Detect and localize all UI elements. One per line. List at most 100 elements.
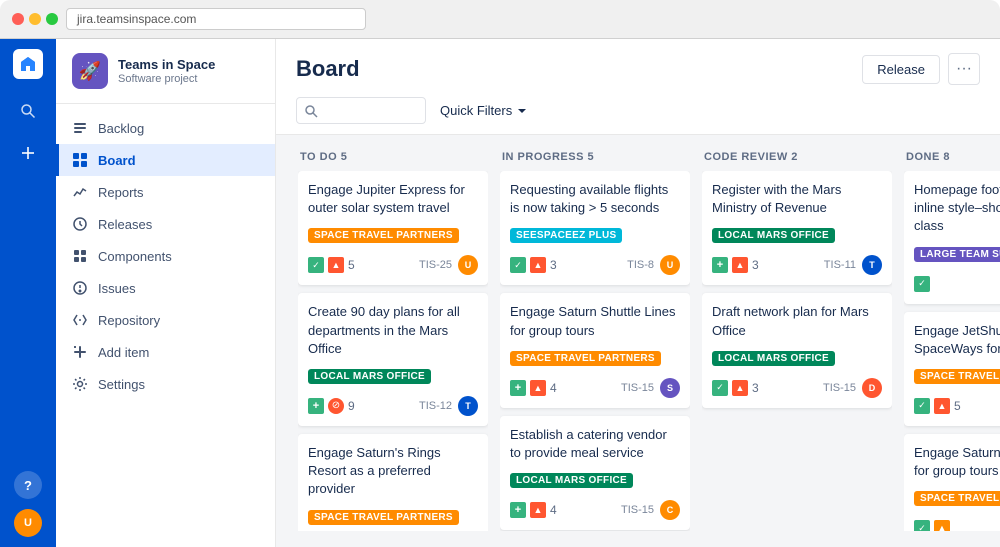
- card-meta: ✓ ▲ 3: [712, 380, 759, 396]
- card-tag: SPACE TRAVEL PARTNERS: [914, 491, 1000, 506]
- cards-codereview: Register with the Mars Ministry of Reven…: [702, 171, 892, 531]
- card-tag: SPACE TRAVEL PARTNERS: [308, 510, 459, 525]
- close-button[interactable]: [12, 13, 24, 25]
- plus-icon: +: [308, 398, 324, 414]
- board-title-row: Board Release ···: [296, 53, 980, 85]
- board-actions: Release ···: [862, 53, 980, 85]
- card-todo-1[interactable]: Engage Jupiter Express for outer solar s…: [298, 171, 488, 285]
- priority-icon: ▲: [328, 257, 344, 273]
- card-done-3[interactable]: Engage Saturn Shuttle Lines for group to…: [904, 434, 1000, 531]
- release-button[interactable]: Release: [862, 55, 940, 84]
- card-meta: + ▲ 3: [712, 257, 759, 273]
- card-tag: SPACE TRAVEL PARTNERS: [914, 369, 1000, 384]
- traffic-lights: [12, 13, 58, 25]
- card-footer: + ▲ 4 TIS-15 C: [510, 500, 680, 520]
- sidebar: 🚀 Teams in Space Software project Backlo…: [56, 39, 276, 547]
- user-avatar[interactable]: U: [14, 509, 42, 537]
- sidebar-item-backlog[interactable]: Backlog: [56, 112, 275, 144]
- maximize-button[interactable]: [46, 13, 58, 25]
- card-footer: + ▲ 4 TIS-15 S: [510, 378, 680, 398]
- more-options-button[interactable]: ···: [948, 53, 980, 85]
- card-avatar: T: [862, 255, 882, 275]
- card-tag: LOCAL MARS OFFICE: [712, 228, 835, 243]
- project-type: Software project: [118, 73, 215, 85]
- project-header: 🚀 Teams in Space Software project: [56, 39, 275, 104]
- column-todo-header: TO DO 5: [298, 151, 488, 163]
- card-meta: + ⊘ 9: [308, 398, 355, 414]
- check-icon: ✓: [510, 257, 526, 273]
- column-codereview-header: CODE REVIEW 2: [702, 151, 892, 163]
- create-nav-icon[interactable]: [10, 135, 46, 171]
- card-meta: ✓ ▲ 5: [914, 398, 961, 414]
- card-footer: + ⊘ 9 TIS-12 T: [308, 396, 478, 416]
- sidebar-item-settings[interactable]: Settings: [56, 368, 275, 400]
- board-columns: TO DO 5 Engage Jupiter Express for outer…: [276, 135, 1000, 547]
- card-footer: ✓ ▲ TIS-15 S: [914, 518, 1000, 531]
- card-done-2[interactable]: Engage JetShuttle SpaceWays for travel S…: [904, 312, 1000, 426]
- priority-icon: ▲: [732, 380, 748, 396]
- search-nav-icon[interactable]: [10, 93, 46, 129]
- card-ip-3[interactable]: Establish a catering vendor to provide m…: [500, 416, 690, 530]
- card-footer: ✓ ▲ 5 TIS-25 U: [308, 255, 478, 275]
- card-meta: ✓ ▲ 3: [510, 257, 557, 273]
- sidebar-item-reports[interactable]: Reports: [56, 176, 275, 208]
- card-todo-3[interactable]: Engage Saturn's Rings Resort as a prefer…: [298, 434, 488, 531]
- cards-inprogress: Requesting available flights is now taki…: [500, 171, 690, 531]
- priority-icon: ▲: [530, 257, 546, 273]
- card-ip-1[interactable]: Requesting available flights is now taki…: [500, 171, 690, 285]
- card-meta: ✓ ▲: [914, 520, 950, 531]
- card-meta: + ▲ 4: [510, 380, 557, 396]
- sidebar-item-add-item[interactable]: Add item: [56, 336, 275, 368]
- quick-filters-button[interactable]: Quick Filters: [436, 98, 532, 123]
- card-tag: SEESPACEEZ PLUS: [510, 228, 622, 243]
- card-avatar: T: [458, 396, 478, 416]
- card-footer: ✓ TIS-68 H: [914, 274, 1000, 294]
- sidebar-item-issues[interactable]: Issues: [56, 272, 275, 304]
- check-icon: ✓: [914, 276, 930, 292]
- check-icon: ✓: [308, 257, 324, 273]
- card-footer: + ▲ 3 TIS-11 T: [712, 255, 882, 275]
- card-todo-2[interactable]: Create 90 day plans for all departments …: [298, 293, 488, 426]
- priority-icon: ▲: [530, 380, 546, 396]
- app-logo[interactable]: [13, 49, 43, 79]
- check-icon: ✓: [914, 398, 930, 414]
- check-icon: ✓: [914, 520, 930, 531]
- card-done-1[interactable]: Homepage footer uses an inline style–sho…: [904, 171, 1000, 304]
- card-avatar: U: [660, 255, 680, 275]
- app: ? U 🚀 Teams in Space Software project Ba…: [0, 39, 1000, 547]
- board-header: Board Release ··· Quick Filters: [276, 39, 1000, 135]
- card-cr-2[interactable]: Draft network plan for Mars Office LOCAL…: [702, 293, 892, 407]
- column-done-header: DONE 8: [904, 151, 1000, 163]
- minimize-button[interactable]: [29, 13, 41, 25]
- cards-done: Homepage footer uses an inline style–sho…: [904, 171, 1000, 531]
- card-cr-1[interactable]: Register with the Mars Ministry of Reven…: [702, 171, 892, 285]
- sidebar-item-releases[interactable]: Releases: [56, 208, 275, 240]
- card-tag: LOCAL MARS OFFICE: [308, 369, 431, 384]
- url-bar[interactable]: jira.teamsinspace.com: [66, 8, 366, 30]
- card-avatar: U: [458, 255, 478, 275]
- sidebar-item-repository[interactable]: Repository: [56, 304, 275, 336]
- card-avatar: C: [660, 500, 680, 520]
- check-icon: ✓: [712, 380, 728, 396]
- card-meta: + ▲ 4: [510, 502, 557, 518]
- card-avatar: S: [660, 378, 680, 398]
- card-tag: SPACE TRAVEL PARTNERS: [308, 228, 459, 243]
- sidebar-item-components[interactable]: Components: [56, 240, 275, 272]
- project-name: Teams in Space: [118, 57, 215, 74]
- column-todo: TO DO 5 Engage Jupiter Express for outer…: [298, 151, 488, 531]
- sidebar-item-board[interactable]: Board: [56, 144, 275, 176]
- card-footer: ✓ ▲ 3 TIS-8 U: [510, 255, 680, 275]
- column-codereview: CODE REVIEW 2 Register with the Mars Min…: [702, 151, 892, 531]
- cards-todo: Engage Jupiter Express for outer solar s…: [298, 171, 488, 531]
- card-meta: ✓ ▲ 5: [308, 257, 355, 273]
- card-footer: ✓ ▲ 3 TIS-15 D: [712, 378, 882, 398]
- column-done: DONE 8 Homepage footer uses an inline st…: [904, 151, 1000, 531]
- main-content: Board Release ··· Quick Filters: [276, 39, 1000, 547]
- priority-icon: ▲: [530, 502, 546, 518]
- card-footer: ✓ ▲ 5 TIS-23 J: [914, 396, 1000, 416]
- help-icon[interactable]: ?: [14, 471, 42, 499]
- nav-bar: ? U: [0, 39, 56, 547]
- column-inprogress: IN PROGRESS 5 Requesting available fligh…: [500, 151, 690, 531]
- card-ip-2[interactable]: Engage Saturn Shuttle Lines for group to…: [500, 293, 690, 407]
- plus-icon: +: [712, 257, 728, 273]
